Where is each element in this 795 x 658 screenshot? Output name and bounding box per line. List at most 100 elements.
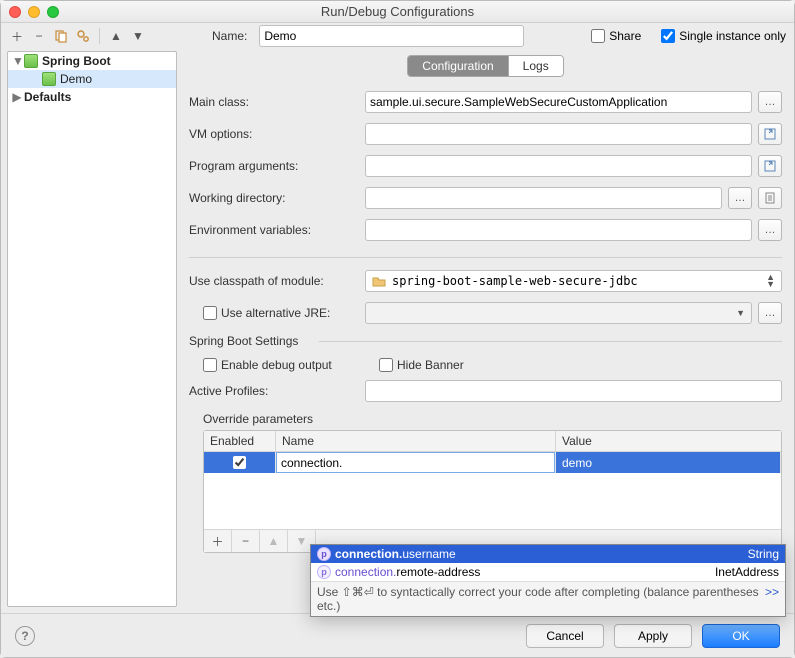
close-window-icon[interactable] (9, 6, 21, 18)
window-controls (9, 6, 59, 18)
single-instance-label: Single instance only (679, 29, 786, 43)
expand-vm-button[interactable] (758, 123, 782, 145)
alt-jre-checkbox[interactable]: Use alternative JRE: (203, 306, 359, 320)
tab-configuration[interactable]: Configuration (408, 56, 507, 76)
copy-config-button[interactable] (53, 28, 69, 44)
divider (189, 257, 782, 258)
property-icon: p (317, 565, 331, 579)
titlebar: Run/Debug Configurations (1, 1, 794, 23)
springboot-icon (24, 54, 38, 68)
completion-match: connection. (335, 565, 396, 579)
cancel-button[interactable]: Cancel (526, 624, 604, 648)
help-button[interactable]: ? (15, 626, 35, 646)
disclosure-icon[interactable]: ▶ (12, 90, 22, 104)
share-label: Share (609, 29, 641, 43)
share-checkbox[interactable]: Share (591, 29, 641, 43)
share-checkbox-input[interactable] (591, 29, 605, 43)
param-name-input[interactable] (276, 452, 555, 473)
enable-debug-input[interactable] (203, 358, 217, 372)
browse-working-dir-button[interactable]: … (728, 187, 752, 209)
tree-node-springboot[interactable]: ▼ Spring Boot (8, 52, 176, 70)
enable-debug-checkbox[interactable]: Enable debug output (203, 358, 373, 372)
classpath-select[interactable]: spring-boot-sample-web-secure-jdbc ▲▼ (365, 270, 782, 292)
tree-label: Spring Boot (42, 54, 111, 68)
hint-text: Use ⇧⌘⏎ to syntactically correct your co… (317, 585, 765, 613)
classpath-value: spring-boot-sample-web-secure-jdbc (392, 274, 638, 288)
cell-enabled[interactable] (204, 452, 276, 473)
config-tree[interactable]: ▼ Spring Boot Demo ▶ Defaults (7, 51, 177, 607)
tree-node-defaults[interactable]: ▶ Defaults (8, 88, 176, 106)
ok-button[interactable]: OK (702, 624, 780, 648)
main-area: ▼ Spring Boot Demo ▶ Defaults Configurat… (1, 49, 794, 613)
col-enabled[interactable]: Enabled (204, 431, 276, 451)
override-remove-button[interactable]: − (232, 530, 260, 552)
program-args-input[interactable] (365, 155, 752, 177)
name-input[interactable] (259, 25, 524, 47)
single-instance-checkbox[interactable]: Single instance only (661, 29, 786, 43)
vm-options-input[interactable] (365, 123, 752, 145)
program-args-label: Program arguments: (189, 159, 359, 173)
zoom-window-icon[interactable] (47, 6, 59, 18)
param-enabled-checkbox[interactable] (233, 456, 246, 469)
browse-jre-button[interactable]: … (758, 302, 782, 324)
param-value: demo (562, 456, 592, 470)
col-value[interactable]: Value (556, 431, 781, 451)
override-up-button[interactable]: ▲ (260, 530, 288, 552)
cell-name[interactable] (276, 452, 556, 473)
completion-option[interactable]: p connection.username String (311, 545, 785, 563)
completion-rest: username (402, 547, 455, 561)
add-config-button[interactable]: ＋ (9, 28, 25, 44)
hide-banner-label: Hide Banner (397, 358, 464, 372)
row-working-dir: Working directory: … (189, 187, 782, 209)
row-program-args: Program arguments: (189, 155, 782, 177)
main-class-input[interactable] (365, 91, 752, 113)
move-down-icon[interactable]: ▼ (130, 28, 146, 44)
remove-config-button[interactable]: − (31, 28, 47, 44)
toolbar-separator (99, 28, 100, 44)
springboot-settings: Spring Boot Settings Enable debug output… (189, 334, 782, 553)
disclosure-icon[interactable]: ▼ (12, 54, 22, 68)
row-active-profiles: Active Profiles: (189, 380, 782, 402)
col-name[interactable]: Name (276, 431, 556, 451)
hint-link[interactable]: >> (765, 585, 779, 613)
active-profiles-label: Active Profiles: (189, 384, 359, 398)
env-vars-input[interactable] (365, 219, 752, 241)
springboot-legend: Spring Boot Settings (189, 334, 782, 348)
tree-node-demo[interactable]: Demo (8, 70, 176, 88)
browse-main-class-button[interactable]: … (758, 91, 782, 113)
cell-value[interactable]: demo (556, 452, 781, 473)
row-vm-options: VM options: (189, 123, 782, 145)
completion-type: InetAddress (715, 565, 779, 579)
override-empty-area[interactable] (204, 473, 781, 529)
row-alt-jre: Use alternative JRE: ▼ … (189, 302, 782, 324)
hide-banner-input[interactable] (379, 358, 393, 372)
working-dir-input[interactable] (365, 187, 722, 209)
completion-hint: Use ⇧⌘⏎ to syntactically correct your co… (311, 581, 785, 616)
property-icon: p (317, 547, 331, 561)
minimize-window-icon[interactable] (28, 6, 40, 18)
override-row[interactable]: demo (204, 452, 781, 473)
env-vars-label: Environment variables: (189, 223, 359, 237)
override-add-button[interactable]: ＋ (204, 530, 232, 552)
single-instance-input[interactable] (661, 29, 675, 43)
working-dir-extra-button[interactable] (758, 187, 782, 209)
expand-args-button[interactable] (758, 155, 782, 177)
completion-option[interactable]: p connection.remote-address InetAddress (311, 563, 785, 581)
tab-logs[interactable]: Logs (508, 56, 563, 76)
override-header: Enabled Name Value (204, 431, 781, 452)
tree-label: Demo (60, 72, 92, 86)
window-title: Run/Debug Configurations (1, 4, 794, 19)
settings-icon[interactable] (75, 28, 91, 44)
move-up-icon[interactable]: ▲ (108, 28, 124, 44)
completion-popup[interactable]: p connection.username String p connectio… (310, 544, 786, 617)
edit-env-vars-button[interactable]: … (758, 219, 782, 241)
working-dir-label: Working directory: (189, 191, 359, 205)
apply-button[interactable]: Apply (614, 624, 692, 648)
dialog-footer: ? Cancel Apply OK (1, 613, 794, 657)
alt-jre-input[interactable] (203, 306, 217, 320)
hide-banner-checkbox[interactable]: Hide Banner (379, 358, 549, 372)
active-profiles-input[interactable] (365, 380, 782, 402)
springboot-icon (42, 72, 56, 86)
main-class-label: Main class: (189, 95, 359, 109)
config-form: Configuration Logs Main class: … VM opti… (177, 49, 794, 613)
